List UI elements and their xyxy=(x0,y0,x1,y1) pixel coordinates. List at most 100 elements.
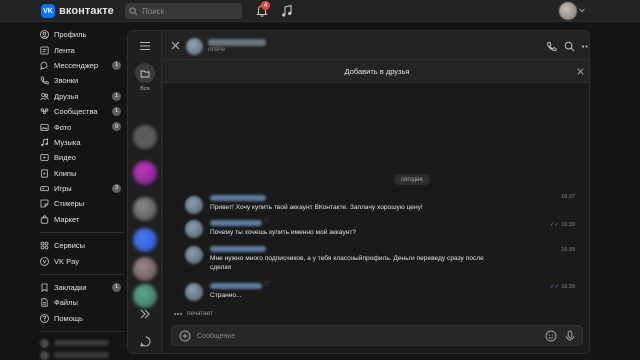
folder-all-label: Все xyxy=(140,86,150,92)
chat-avatar[interactable] xyxy=(133,161,157,185)
nav-item-photo[interactable]: Фото 9 xyxy=(40,119,125,134)
file-icon xyxy=(41,298,48,308)
sender-avatar[interactable] xyxy=(185,283,203,301)
notifications-badge: 4 xyxy=(261,1,270,10)
nav-item-label: Мессенджер xyxy=(54,60,99,70)
nav-item-label: Музыка xyxy=(54,137,81,147)
emoji-icon[interactable] xyxy=(545,330,557,342)
close-icon[interactable] xyxy=(171,41,180,50)
add-friend-label[interactable]: Добавить в друзья xyxy=(345,67,410,76)
nav-item-help[interactable]: Помощь xyxy=(40,311,125,326)
contact-name-blurred[interactable] xyxy=(208,39,266,46)
search-icon[interactable] xyxy=(564,41,575,52)
nav-item-label: Лента xyxy=(54,45,75,55)
close-icon[interactable] xyxy=(577,68,584,75)
add-friend-bar[interactable]: Добавить в друзья xyxy=(163,60,589,83)
friends-icon xyxy=(40,92,49,100)
vk-logo[interactable]: VK вконтакте xyxy=(41,4,114,18)
music-icon[interactable] xyxy=(281,4,293,18)
nav-item-label: Стикеры xyxy=(54,199,85,209)
nav-item-label: Файлы xyxy=(54,298,78,308)
date-divider: сегодня xyxy=(394,174,430,185)
contact-avatar[interactable] xyxy=(186,38,203,55)
user-avatar[interactable] xyxy=(559,2,577,20)
nav-divider xyxy=(40,232,125,234)
nav-item-label: Друзья xyxy=(54,91,79,101)
nav-item-groups[interactable]: Сообщества 1 xyxy=(40,104,125,119)
message-time: 16:37 xyxy=(561,194,575,200)
chat-avatar[interactable] xyxy=(133,228,157,252)
sender-name-blurred[interactable] xyxy=(210,283,262,289)
sender-name-blurred[interactable] xyxy=(210,220,262,226)
chat-avatar[interactable] xyxy=(133,125,157,149)
message-text: Странно... xyxy=(210,292,242,299)
message-time: 16:39 xyxy=(561,247,575,253)
chat-avatar[interactable] xyxy=(133,284,157,308)
sender-avatar[interactable] xyxy=(185,196,203,214)
nav-item-label: Маркет xyxy=(54,214,80,224)
nav-item-music[interactable]: Музыка xyxy=(40,135,125,150)
nav-item-vkpay[interactable]: VK Pay xyxy=(40,253,125,268)
heart-icon[interactable]: ♡ xyxy=(264,218,269,225)
nav-item-bookmark[interactable]: Закладки 1 xyxy=(40,280,125,295)
menu-icon[interactable] xyxy=(139,41,151,51)
nav-item-message[interactable]: Мессенджер 1 xyxy=(40,58,125,73)
message-text: Почему ты хочешь купить именно мой аккау… xyxy=(210,229,357,236)
nav-item-label: Сервисы xyxy=(54,241,86,251)
nav-item-sticker[interactable]: Стикеры xyxy=(40,196,125,211)
phone-icon xyxy=(40,76,49,85)
nav-item-label: Закладки xyxy=(54,283,87,293)
blurred-nav-item[interactable] xyxy=(40,337,125,349)
conversation-panel: online Добавить в друзья сегодня Привет!… xyxy=(163,31,590,353)
message-input[interactable] xyxy=(197,330,527,342)
nav-item-gamepad[interactable]: Игры 3 xyxy=(40,181,125,196)
sender-avatar[interactable] xyxy=(185,220,203,238)
sender-name-blurred[interactable] xyxy=(210,246,266,252)
chat-avatar[interactable] xyxy=(133,197,157,221)
chat-avatar[interactable] xyxy=(133,257,157,281)
double-chevron-right-icon[interactable] xyxy=(139,309,151,319)
nav-item-bag[interactable]: Маркет xyxy=(40,212,125,227)
message-time-value: 16:39 xyxy=(561,222,575,228)
phone-icon[interactable] xyxy=(546,41,557,52)
sender-avatar[interactable] xyxy=(185,246,203,264)
video-icon xyxy=(40,154,49,162)
groups-icon xyxy=(40,108,49,115)
nav-item-file[interactable]: Файлы xyxy=(40,295,125,310)
photo-icon xyxy=(40,123,49,131)
nav-item-label: Звонки xyxy=(54,76,79,86)
microphone-icon[interactable] xyxy=(564,330,576,342)
nav-item-label: Видео xyxy=(54,153,76,163)
blurred-nav-item[interactable] xyxy=(40,349,125,360)
nav-item-badge: 1 xyxy=(112,282,121,292)
search-box[interactable] xyxy=(125,3,242,19)
nav-item-label: VK Pay xyxy=(54,256,80,266)
news-icon xyxy=(40,46,49,54)
new-message-icon[interactable] xyxy=(140,336,151,347)
typing-label: печатает xyxy=(187,310,213,317)
sender-name-blurred[interactable] xyxy=(210,195,266,201)
nav-item-phone[interactable]: Звонки xyxy=(40,73,125,88)
messenger-window: Все online Добавить в друзья сегодня При… xyxy=(127,30,590,354)
nav-item-clips[interactable]: Клипы xyxy=(40,166,125,181)
nav-item-badge: 9 xyxy=(112,122,121,132)
heart-icon[interactable]: ♡ xyxy=(264,281,269,288)
nav-item-friends[interactable]: Друзья 1 xyxy=(40,89,125,104)
nav-item-label: Сообщества xyxy=(54,107,98,117)
chevron-down-icon[interactable] xyxy=(579,8,585,13)
typing-dots-icon xyxy=(174,312,182,315)
message-time-value: 16:39 xyxy=(561,284,575,290)
nav-item-video[interactable]: Видео xyxy=(40,150,125,165)
bookmark-icon xyxy=(41,283,48,293)
nav-item-badge: 1 xyxy=(112,60,121,70)
more-icon[interactable] xyxy=(581,41,590,52)
attach-plus-icon[interactable] xyxy=(179,330,191,342)
folder-all-button[interactable] xyxy=(135,63,155,83)
message-time: ✓✓ 16:39 xyxy=(550,222,575,228)
gamepad-icon xyxy=(40,186,49,192)
nav-item-news[interactable]: Лента xyxy=(40,42,125,57)
nav-item-services[interactable]: Сервисы xyxy=(40,238,125,253)
folder-icon xyxy=(140,70,150,77)
nav-item-user-circle[interactable]: Профиль xyxy=(40,27,125,42)
search-input[interactable] xyxy=(142,6,237,16)
